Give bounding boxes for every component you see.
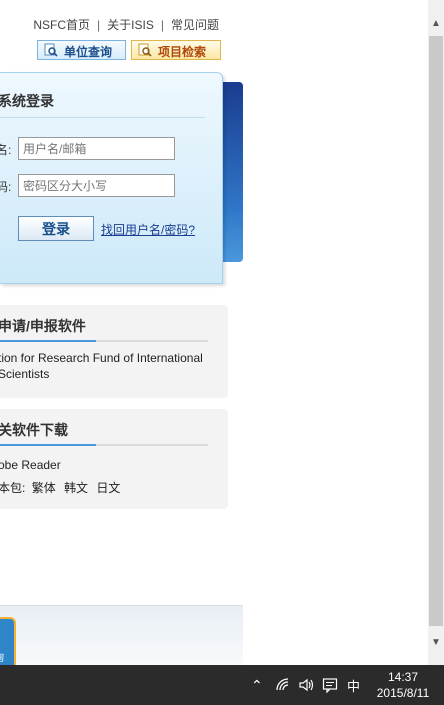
forgot-password-link[interactable]: 找回用户名/密码?: [101, 221, 195, 238]
adobe-reader-link[interactable]: obe Reader: [0, 457, 61, 473]
password-label: 码:: [0, 180, 12, 194]
download-panel: 关软件下载 obe Reader 本包: 繁体 韩文 日文: [0, 409, 228, 509]
username-label: 名:: [0, 143, 12, 157]
web-page: NSFC首页 | 关于ISIS | 常见问题 单位查询 项目检索 系统登录 名: 码: …: [0, 0, 428, 665]
project-search-button[interactable]: 项目检索: [131, 40, 221, 60]
clock-time: 14:37: [387, 670, 419, 684]
language-korean-link[interactable]: 韩文: [64, 481, 88, 495]
language-pack-label: 本包:: [0, 481, 26, 495]
search-icon: [44, 43, 58, 57]
language-traditional-link[interactable]: 繁体: [32, 481, 56, 495]
separator: |: [160, 18, 164, 32]
clock[interactable]: 14:37 2015/8/11: [372, 669, 434, 701]
login-title: 系统登录: [0, 93, 54, 109]
language-pack-row: 本包: 繁体 韩文 日文: [0, 480, 120, 496]
clock-date: 2015/8/11: [376, 686, 430, 700]
scroll-up-icon[interactable]: ▲: [428, 18, 444, 34]
login-panel: 系统登录 名: 码: 登录 找回用户名/密码?: [0, 72, 223, 284]
apply-line-2[interactable]: Scientists: [0, 366, 49, 382]
message-icon[interactable]: [322, 677, 338, 693]
chevron-up-icon[interactable]: ⌃: [251, 677, 263, 694]
vertical-scrollbar[interactable]: ▲ ▼: [428, 0, 444, 665]
scroll-thumb[interactable]: [429, 36, 443, 626]
divider: [0, 117, 205, 118]
project-search-label: 项目检索: [158, 45, 207, 59]
unit-query-button[interactable]: 单位查询: [37, 40, 126, 60]
scroll-down-icon[interactable]: ▼: [428, 637, 444, 651]
apply-software-panel: 申请/申报软件 tion for Research Fund of Intern…: [0, 305, 228, 398]
footer-badge[interactable]: 询: [0, 617, 16, 665]
search-icon: [138, 43, 152, 57]
ime-indicator[interactable]: 中: [347, 676, 360, 695]
volume-icon[interactable]: [298, 677, 314, 693]
unit-query-label: 单位查询: [64, 45, 113, 59]
footer-band: [0, 605, 243, 665]
password-input[interactable]: [18, 174, 175, 197]
faq-link[interactable]: 常见问题: [171, 18, 219, 32]
about-isis-link[interactable]: 关于ISIS: [107, 18, 154, 32]
login-button[interactable]: 登录: [18, 216, 94, 241]
apply-line-1[interactable]: tion for Research Fund of International: [0, 350, 203, 366]
taskbar: ⌃ 中 14:37 2015/8/11: [0, 665, 444, 705]
nsfc-home-link[interactable]: NSFC首页: [33, 18, 90, 32]
badge-text: 询: [0, 649, 4, 664]
divider: [0, 340, 208, 342]
top-links: NSFC首页 | 关于ISIS | 常见问题: [33, 16, 219, 33]
language-japanese-link[interactable]: 日文: [96, 481, 120, 495]
download-title: 关软件下载: [0, 422, 68, 438]
username-input[interactable]: [18, 137, 175, 160]
wifi-icon[interactable]: [275, 677, 291, 693]
divider: [0, 444, 208, 446]
separator: |: [97, 18, 101, 32]
apply-title: 申请/申报软件: [0, 318, 86, 334]
